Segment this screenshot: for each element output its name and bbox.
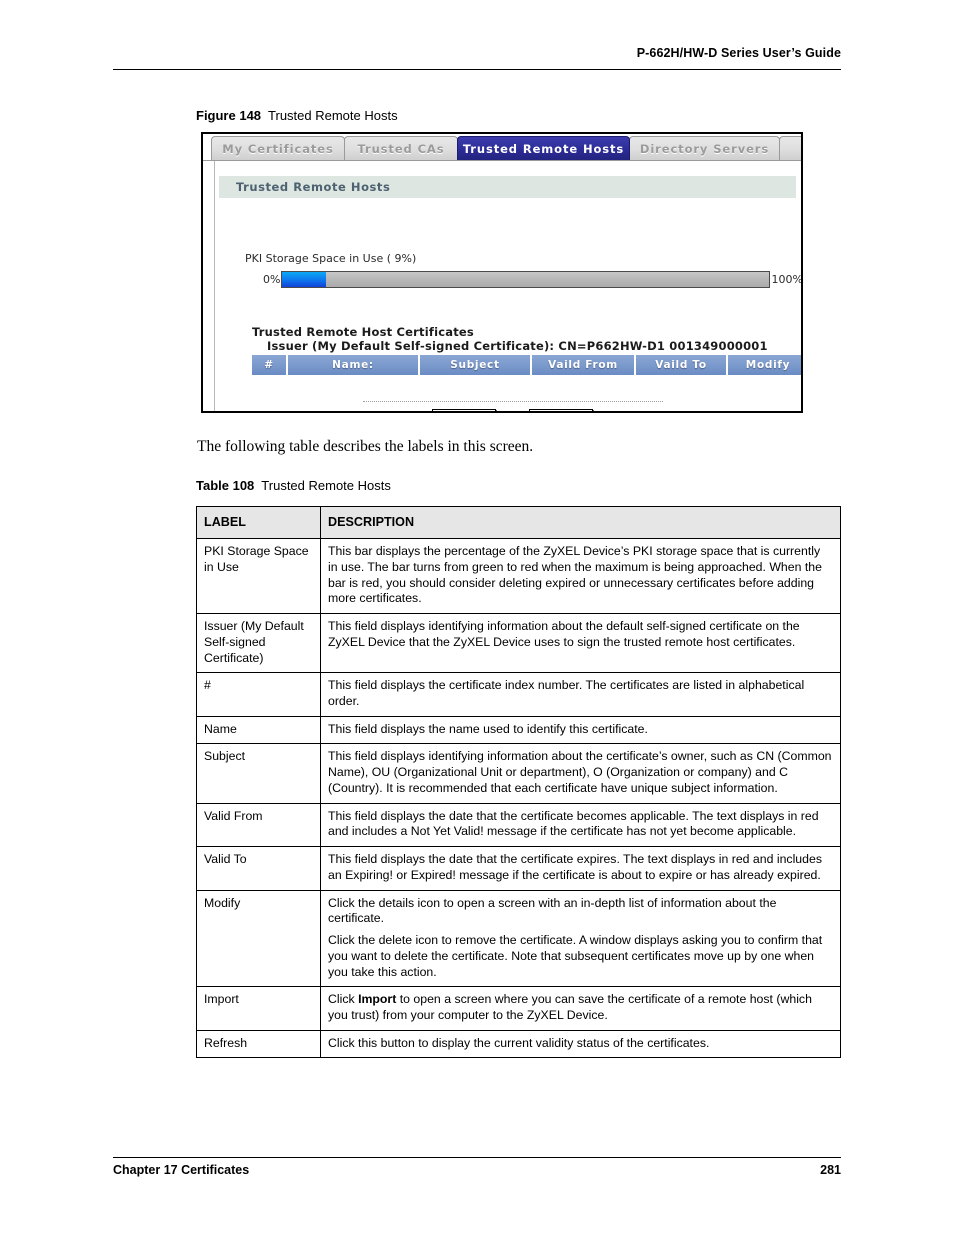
import-button[interactable]: Import [432,409,496,411]
table-row: Valid To This field displays the date tha… [196,846,841,891]
text: Click [328,992,359,1007]
table-row: Issuer (My Default Self-signed Certifica… [196,613,841,674]
description-paragraph: This field displays the date that the ce… [328,852,822,882]
table-header-row: LABEL DESCRIPTION [196,505,841,540]
meter-fill [282,272,327,287]
cell-description: This field displays the date that the ce… [320,802,841,848]
running-header: P-662H/HW-D Series User’s Guide [636,46,841,60]
cell-label: # [196,672,321,717]
certificates-table-header: # Name: Subject Vaild From Vaild To Modi… [252,355,801,375]
cell-description: This field displays the date that the ce… [320,846,841,891]
header-label: LABEL [196,505,321,540]
tab-label: Trusted CAs [357,141,445,156]
description-paragraph: Click this button to display the current… [328,1035,710,1050]
column-header-modify[interactable]: Modify [728,355,801,375]
meter-max-label: 100% [771,273,803,286]
column-header-valid-to[interactable]: Vaild To [636,355,728,375]
pki-storage-label: PKI Storage Space in Use ( 9%) [245,252,417,265]
cell-description: This bar displays the percentage of the … [320,538,841,615]
description-paragraph: This field displays the name used to ide… [328,721,648,736]
table-row: Modify Click the details icon to open a s… [196,889,841,988]
column-header-subject[interactable]: Subject [420,355,532,375]
meter-track [281,271,771,288]
column-header-name[interactable]: Name: [288,355,420,375]
table-title: Trusted Remote Hosts [261,478,391,493]
header-description: DESCRIPTION [320,505,841,540]
tab-trusted-cas[interactable]: Trusted CAs [344,136,458,160]
description-paragraph: This field displays identifying informat… [328,749,832,795]
cell-label: Subject [196,743,321,804]
cell-label: Refresh [196,1029,321,1059]
table-row: Name This field displays the name used to… [196,715,841,745]
description-paragraph: This bar displays the percentage of the … [328,544,822,606]
description-paragraph: This field displays the date that the ce… [328,808,819,839]
section-header-bar: Trusted Remote Hosts [219,176,796,198]
cell-description: Click this button to display the current… [320,1029,841,1059]
table-row: Import Click Import to open a screen wher… [196,986,841,1031]
cell-label: Modify [196,889,321,988]
cell-description: This field displays the certificate inde… [320,672,841,717]
column-header-valid-from[interactable]: Vaild From [532,355,636,375]
cell-description: This field displays identifying informat… [320,743,841,804]
column-header-index[interactable]: # [252,355,288,375]
table-row: Subject This field displays identifying i… [196,743,841,804]
description-paragraph: This field displays identifying informat… [328,619,800,649]
cell-label: Name [196,715,321,745]
refresh-button[interactable]: Refresh [529,409,593,411]
certificates-issuer: Issuer (My Default Self-signed Certifica… [267,339,768,353]
tab-trusted-remote-hosts[interactable]: Trusted Remote Hosts [457,136,630,160]
cell-label: Valid From [196,802,321,848]
certificates-title: Trusted Remote Host Certificates [252,325,474,339]
description-paragraph: Click the details icon to open a screen … [328,895,777,926]
section-title: Trusted Remote Hosts [236,180,391,194]
table-row: Refresh Click this button to display the … [196,1029,841,1059]
cell-description: This field displays identifying informat… [320,613,841,674]
cell-description: Click the details icon to open a screen … [320,889,841,988]
table-number: Table 108 [196,478,255,493]
figure-number: Figure 148 [196,108,262,123]
device-screenshot: My Certificates Trusted CAs Trusted Remo… [201,132,803,413]
cell-label: Valid To [196,846,321,891]
tab-strip-filler [779,136,801,160]
pki-storage-meter: 0% 100% [263,271,803,288]
table-row: PKI Storage Space in Use This bar display… [196,538,841,615]
text: to open a screen where you can save the … [328,992,812,1022]
description-paragraph: This field displays the certificate inde… [328,678,805,708]
cell-label: PKI Storage Space in Use [196,538,321,615]
action-button-row: Import Refresh [215,409,801,411]
intro-sentence: The following table describes the labels… [197,438,534,455]
description-paragraph: Click the delete icon to remove the cert… [328,933,823,979]
footer-divider [113,1157,841,1158]
tab-label: Directory Servers [639,141,770,156]
tab-label: Trusted Remote Hosts [462,141,625,156]
labels-description-table: LABEL DESCRIPTION PKI Storage Space in U… [196,505,841,1059]
tab-bar: My Certificates Trusted CAs Trusted Remo… [203,134,801,161]
device-ui-body: Trusted Remote Hosts PKI Storage Space i… [214,161,801,411]
cell-description: Click Import to open a screen where you … [320,986,841,1031]
cell-label: Import [196,986,321,1031]
description-paragraph: Click Import to open a screen where you … [328,992,833,1023]
cell-description: This field displays the name used to ide… [320,715,841,745]
figure-title: Trusted Remote Hosts [268,108,398,123]
figure-caption: Figure 148 Trusted Remote Hosts [196,108,398,123]
table-caption: Table 108 Trusted Remote Hosts [196,478,391,493]
tab-label: My Certificates [222,141,334,156]
meter-min-label: 0% [263,273,281,286]
emphasis-text: Import [358,992,397,1007]
cell-label: Issuer (My Default Self-signed Certifica… [196,613,321,674]
device-ui: My Certificates Trusted CAs Trusted Remo… [203,134,801,411]
footer-page-number: 281 [820,1163,841,1177]
dotted-separator [363,401,663,402]
table-row: # This field displays the certificate ind… [196,672,841,717]
table-row: Valid From This field displays the date t… [196,802,841,848]
tab-directory-servers[interactable]: Directory Servers [629,136,780,160]
header-divider [113,69,841,70]
table-body: PKI Storage Space in Use This bar display… [196,538,841,1059]
tab-my-certificates[interactable]: My Certificates [211,136,345,160]
